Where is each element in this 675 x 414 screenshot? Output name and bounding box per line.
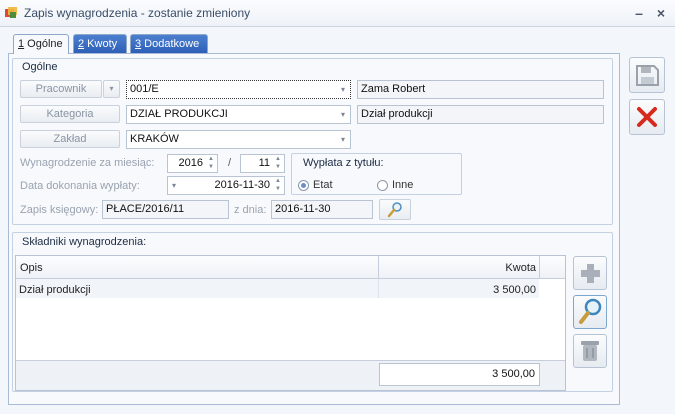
cancel-button[interactable] [629,99,665,135]
add-component-button[interactable] [573,256,607,290]
inne-radio[interactable] [377,180,388,191]
col-divider [539,256,540,278]
row-opis: Dział produkcji [19,284,91,296]
zapis-field: PŁACE/2016/11 [102,200,229,219]
spin-arrows-icon[interactable]: ▲ ▼ [206,155,216,172]
trash-icon [581,341,599,361]
delete-component-button[interactable] [573,334,607,368]
date-separator: / [228,157,232,169]
total-field: 3 500,00 [379,363,540,386]
col-header-opis[interactable]: Opis [20,262,43,274]
pracownik-button[interactable]: Pracownik [20,80,102,98]
kategoria-field[interactable]: DZIAŁ PRODUKCJI ▾ [126,105,351,124]
zdnia-label: z dnia: [234,204,267,216]
magnifier-icon [387,202,402,218]
zaklad-button[interactable]: Zakład [20,130,120,148]
wynagrodzenie-label: Wynagrodzenie za miesiąc: [20,157,155,169]
chevron-down-icon[interactable]: ▾ [336,81,350,98]
spin-arrows-icon[interactable]: ▲ ▼ [273,177,283,194]
kategoria-desc-field: Dział produkcji [357,105,604,124]
zdnia-field: 2016-11-30 [271,200,373,219]
kategoria-button[interactable]: Kategoria [20,105,120,123]
window-title: Zapis wynagrodzenia - zostanie zmieniony [24,6,251,20]
zapis-label: Zapis księgowy: [20,204,99,216]
pracownik-code-field[interactable]: 001/E ▾ [126,80,351,99]
magnifier-icon [579,298,602,324]
tab-ogolne[interactable]: 1 Ogólne [13,34,69,54]
components-title: Składniki wynagrodzenia: [22,236,147,248]
spin-arrows-icon[interactable]: ▲ ▼ [273,155,283,172]
etat-radio[interactable] [298,180,309,191]
year-stepper[interactable]: 2016 ▲ ▼ [167,154,218,173]
chevron-down-icon[interactable]: ▾ [172,177,176,194]
month-stepper[interactable]: 11 ▲ ▼ [240,154,285,173]
zaklad-field[interactable]: KRAKÓW ▾ [126,130,351,149]
col-header-kwota[interactable]: Kwota [379,262,536,274]
floppy-icon [636,65,659,86]
preview-component-button[interactable] [573,295,607,329]
app-icon [5,7,17,18]
plus-icon [581,264,600,283]
chevron-down-icon[interactable]: ▾ [336,131,350,148]
data-wyplaty-label: Data dokonania wypłaty: [20,180,140,192]
inne-label: Inne [392,179,414,191]
tab-kwoty[interactable]: 2 Kwoty [73,34,127,53]
chevron-down-icon[interactable]: ▾ [336,106,350,123]
pracownik-name-field: Zama Robert [357,80,604,99]
close-icon [637,107,657,127]
etat-label: Etat [313,179,333,191]
general-group-title: Ogólne [22,61,58,73]
row-kwota: 3 500,00 [493,284,536,296]
pracownik-dropdown-button[interactable]: ▾ [103,80,120,98]
save-button[interactable] [629,57,665,93]
wyplata-title: Wypłata z tytułu: [303,157,384,169]
minimize-button[interactable]: – [630,4,648,22]
zapis-preview-button[interactable] [379,199,411,220]
tab-dodatkowe[interactable]: 3 Dodatkowe [130,34,208,53]
data-wyplaty-field[interactable]: ▾ 2016-11-30 ▲ ▼ [167,176,285,195]
close-window-button[interactable]: × [652,4,670,22]
